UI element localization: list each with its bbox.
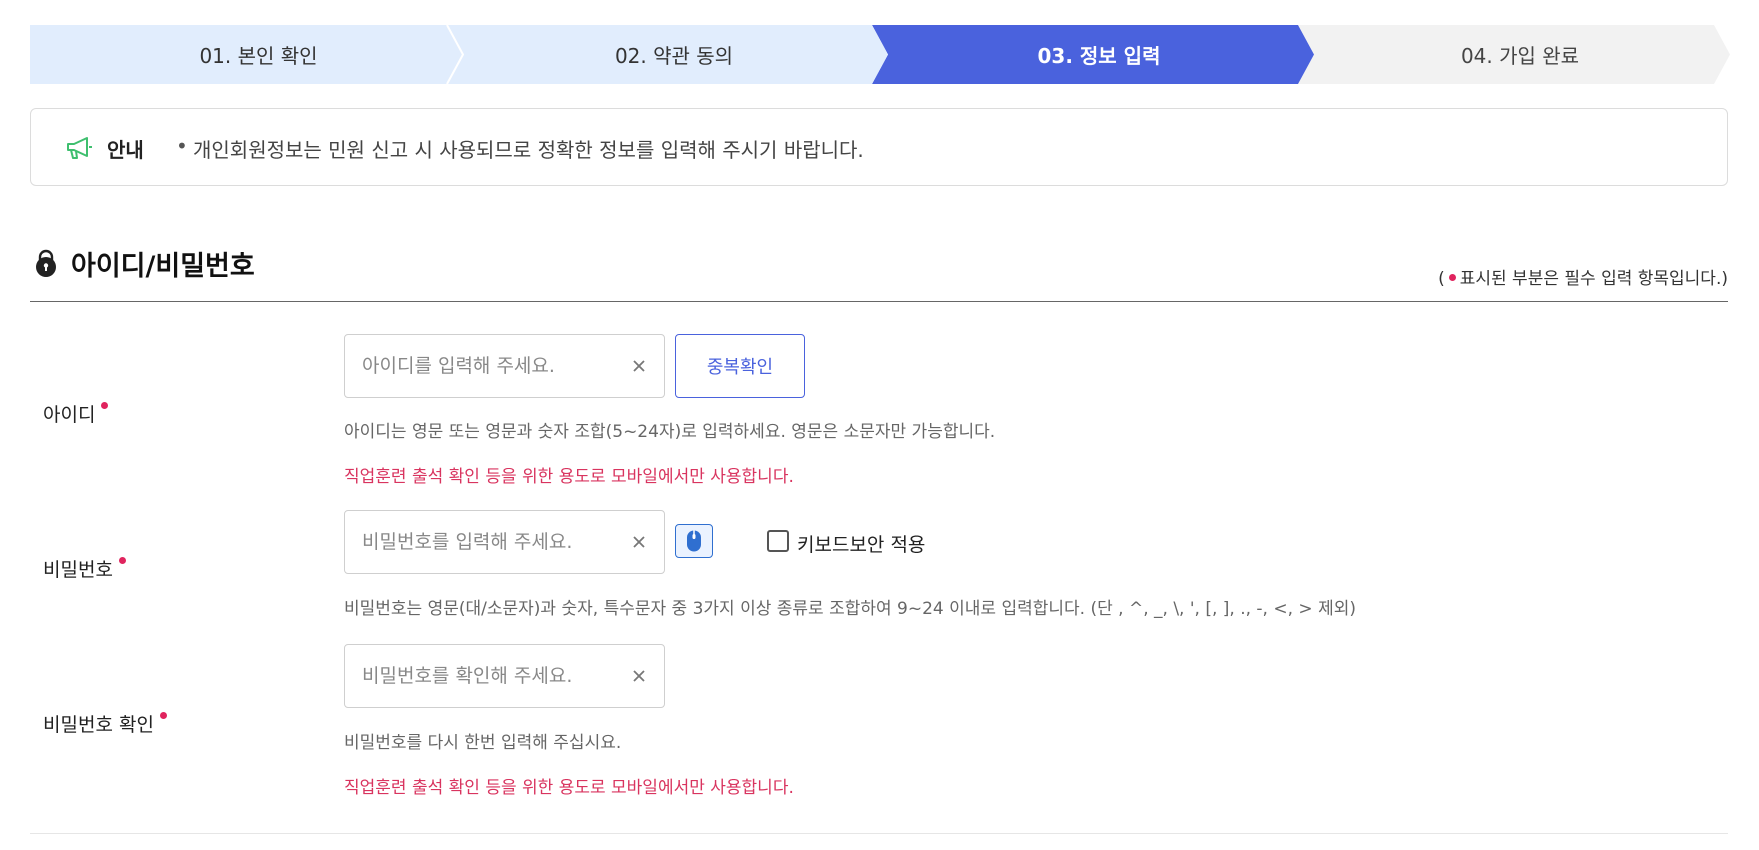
required-dot-icon [101,402,109,409]
id-label-text: 아이디 [43,404,96,426]
step-info-input: 03. 정보 입력 [872,25,1314,84]
clear-icon[interactable] [626,529,652,555]
id-label: 아이디 [43,400,109,427]
required-note-text: 표시된 부분은 필수 입력 항목입니다.) [1459,269,1728,289]
virtual-keyboard-button[interactable] [675,524,713,558]
lock-icon [36,249,56,277]
id-field [344,334,665,398]
password-confirm-input[interactable] [345,645,615,707]
section-divider [30,301,1728,302]
step-separator [446,25,464,84]
clear-icon[interactable] [626,353,652,379]
password-confirm-warning-text: 직업훈련 출석 확인 등을 위한 용도로 모바일에서만 사용합니다. [344,778,794,798]
keyboard-security-checkbox[interactable] [767,530,789,552]
mouse-icon [687,530,701,552]
section-bottom-divider [30,833,1728,834]
step-signup-complete: 04. 가입 완료 [1298,25,1730,84]
password-help-text: 비밀번호는 영문(대/소문자)과 숫자, 특수문자 중 3가지 이상 종류로 조… [344,599,1356,619]
notice-bullet: • [176,134,188,158]
password-field [344,510,665,574]
step-terms-agreement: 02. 약관 동의 [448,25,888,84]
required-note-paren: ( [1438,269,1445,289]
password-confirm-help-text: 비밀번호를 다시 한번 입력해 주십시요. [344,733,622,753]
id-warning-text: 직업훈련 출석 확인 등을 위한 용도로 모바일에서만 사용합니다. [344,467,794,487]
password-confirm-label: 비밀번호 확인 [43,710,167,737]
megaphone-icon [67,137,92,159]
clear-icon[interactable] [626,663,652,689]
required-dot-icon [1448,274,1456,281]
step-identity-verification: 01. 본인 확인 [30,25,475,84]
keyboard-security-label[interactable]: 키보드보안 적용 [797,530,925,557]
required-fields-note: ( 표시된 부분은 필수 입력 항목입니다.) [1438,264,1728,289]
required-dot-icon [159,712,167,719]
notice-title: 안내 [107,138,144,162]
id-input[interactable] [345,335,615,397]
password-label: 비밀번호 [43,555,126,582]
notice-text: 개인회원정보는 민원 신고 시 사용되므로 정확한 정보를 입력해 주시기 바랍… [193,138,864,162]
section-title: 아이디/비밀번호 [71,251,255,282]
password-confirm-label-text: 비밀번호 확인 [43,714,154,736]
id-help-text: 아이디는 영문 또는 영문과 숫자 조합(5~24자)로 입력하세요. 영문은 … [344,422,996,442]
required-dot-icon [118,557,126,564]
signup-page: 01. 본인 확인 02. 약관 동의 03. 정보 입력 04. 가입 완료 … [0,0,1759,850]
notice-box: 안내 • 개인회원정보는 민원 신고 시 사용되므로 정확한 정보를 입력해 주… [30,108,1728,186]
password-input[interactable] [345,511,615,573]
password-confirm-field [344,644,665,708]
duplicate-check-button[interactable]: 중복확인 [675,334,805,398]
signup-stepper: 01. 본인 확인 02. 약관 동의 03. 정보 입력 04. 가입 완료 [30,25,1730,84]
password-label-text: 비밀번호 [43,559,113,581]
